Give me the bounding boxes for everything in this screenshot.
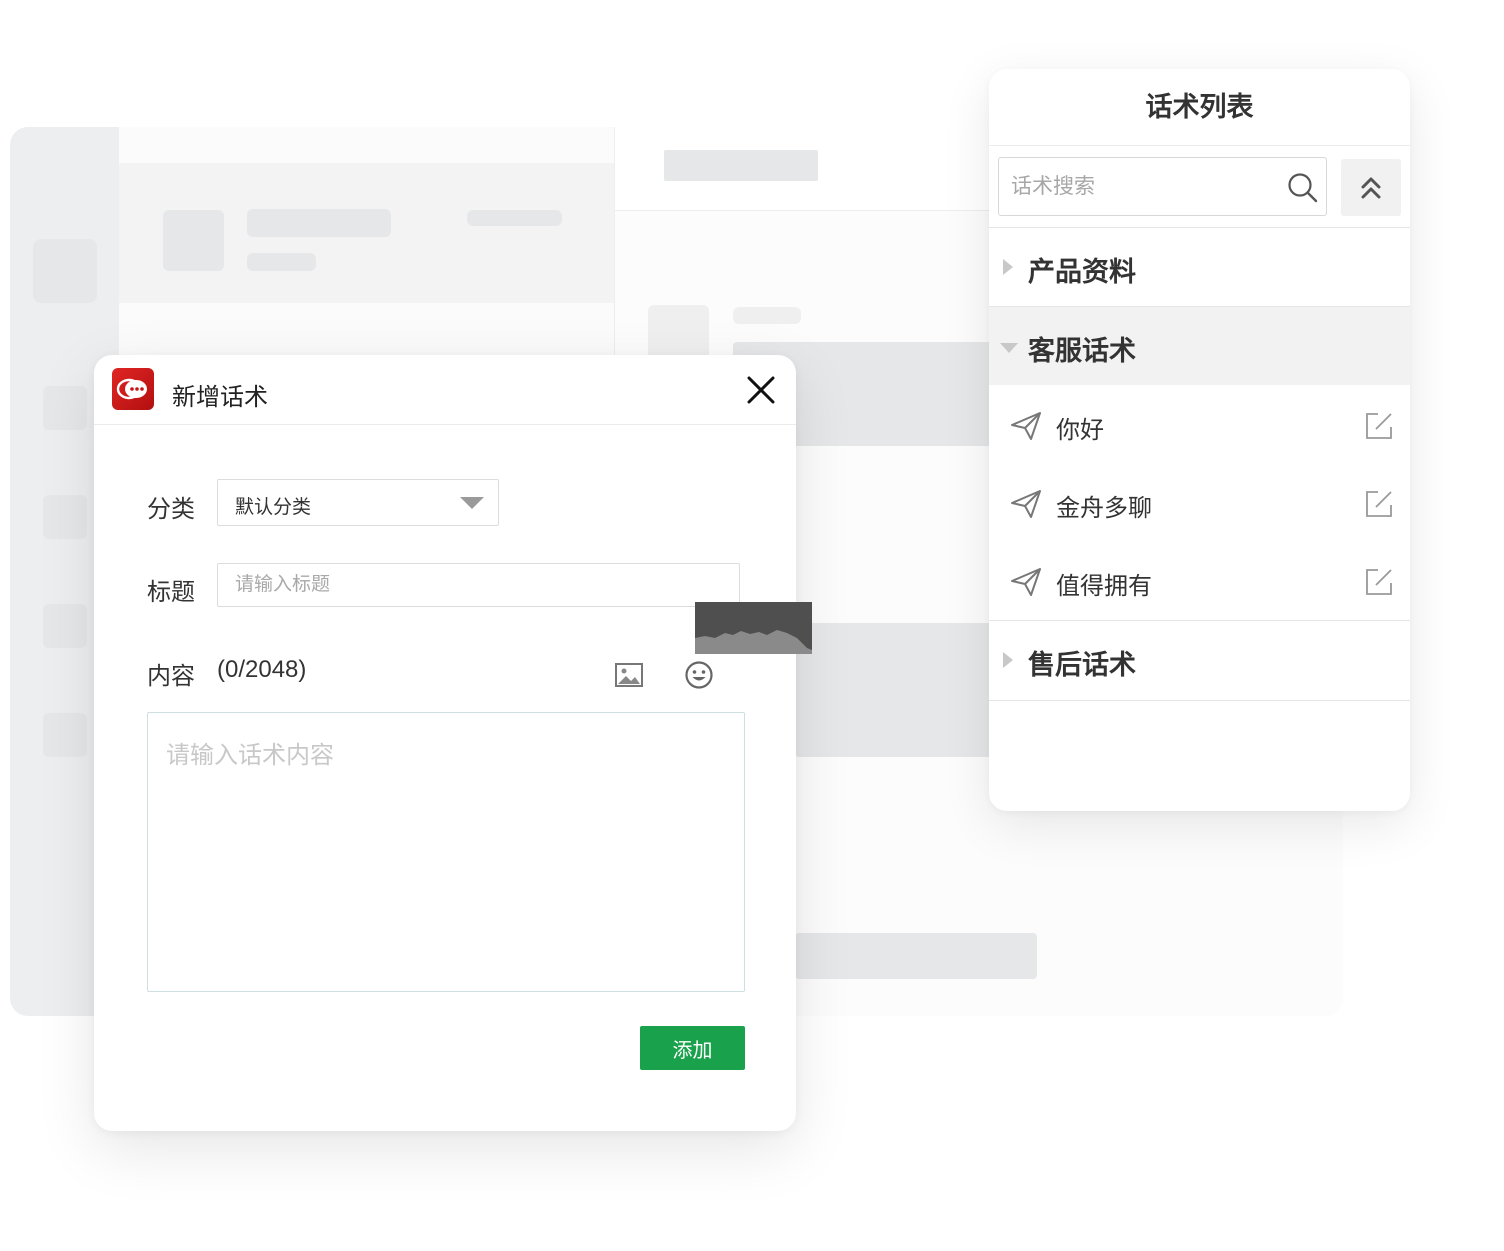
image-icon[interactable] [613,659,645,691]
script-item[interactable]: 金舟多聊 [989,464,1410,542]
edit-icon[interactable] [1364,489,1394,519]
add-script-dialog: 新增话术 分类 默认分类 标题 内容 (0/2048) 添加 [94,355,796,1131]
bg-rail-icon-placeholder [43,386,87,430]
search-field[interactable] [998,157,1327,216]
content-label: 内容 [147,663,195,690]
bg-chat-input-placeholder [795,933,1037,979]
collapse-all-button[interactable] [1341,159,1401,216]
bg-rail-avatar-placeholder [33,239,97,303]
category-label: 分类 [147,496,195,523]
add-button[interactable]: 添加 [640,1026,745,1070]
bg-rail-icon-placeholder [43,495,87,539]
caret-right-icon [1003,652,1013,668]
category-product-info[interactable]: 产品资料 [989,228,1410,306]
title-label: 标题 [147,579,195,606]
bg-chat-bubble-placeholder [795,623,995,757]
bg-list-avatar-placeholder [163,210,224,271]
script-item-label: 你好 [1056,417,1104,444]
title-input[interactable] [217,563,740,607]
script-list-panel: 话术列表 产品资料 客服话术 你好 [989,69,1410,811]
collapse-up-icon [1361,177,1381,199]
category-after-sales[interactable]: 售后话术 [989,621,1410,699]
panel-title: 话术列表 [989,69,1410,146]
category-label: 售后话术 [1028,650,1136,680]
send-icon [1011,568,1041,596]
dialog-header: 新增话术 [94,355,796,425]
bg-list-text-placeholder [247,253,316,271]
bg-rail-icon-placeholder [43,713,87,757]
divider [989,700,1410,701]
category-label: 客服话术 [1028,336,1136,366]
send-icon [1011,412,1041,440]
caret-right-icon [1003,259,1013,275]
script-item[interactable]: 你好 [989,386,1410,464]
category-label: 产品资料 [1028,257,1136,287]
bg-chat-text-placeholder [733,307,801,324]
bg-list-text-placeholder [467,210,562,226]
chevron-down-icon [460,497,484,509]
emoji-icon[interactable] [683,659,715,691]
category-service-scripts[interactable]: 客服话术 [989,307,1410,385]
bg-rail-icon-placeholder [43,604,87,648]
close-icon[interactable] [744,373,778,407]
caret-down-icon [1000,343,1018,353]
bg-chat-title-placeholder [664,150,818,181]
content-char-count: (0/2048) [217,656,307,683]
app-logo-icon [112,368,154,410]
edit-icon[interactable] [1364,411,1394,441]
script-item[interactable]: 值得拥有 [989,542,1410,620]
script-item-label: 金舟多聊 [1056,495,1152,522]
dialog-title: 新增话术 [172,384,268,411]
category-selected-value: 默认分类 [235,497,312,518]
send-icon [1011,490,1041,518]
category-select[interactable]: 默认分类 [217,479,499,526]
edit-icon[interactable] [1364,567,1394,597]
bg-list-text-placeholder [247,209,391,237]
thumbnail-graphic [695,602,812,654]
search-icon[interactable] [1287,172,1319,204]
script-item-label: 值得拥有 [1056,573,1152,600]
content-textarea[interactable] [147,712,745,992]
bg-list-header [119,163,614,303]
search-input[interactable] [999,158,1279,215]
preview-thumbnail [695,602,812,654]
